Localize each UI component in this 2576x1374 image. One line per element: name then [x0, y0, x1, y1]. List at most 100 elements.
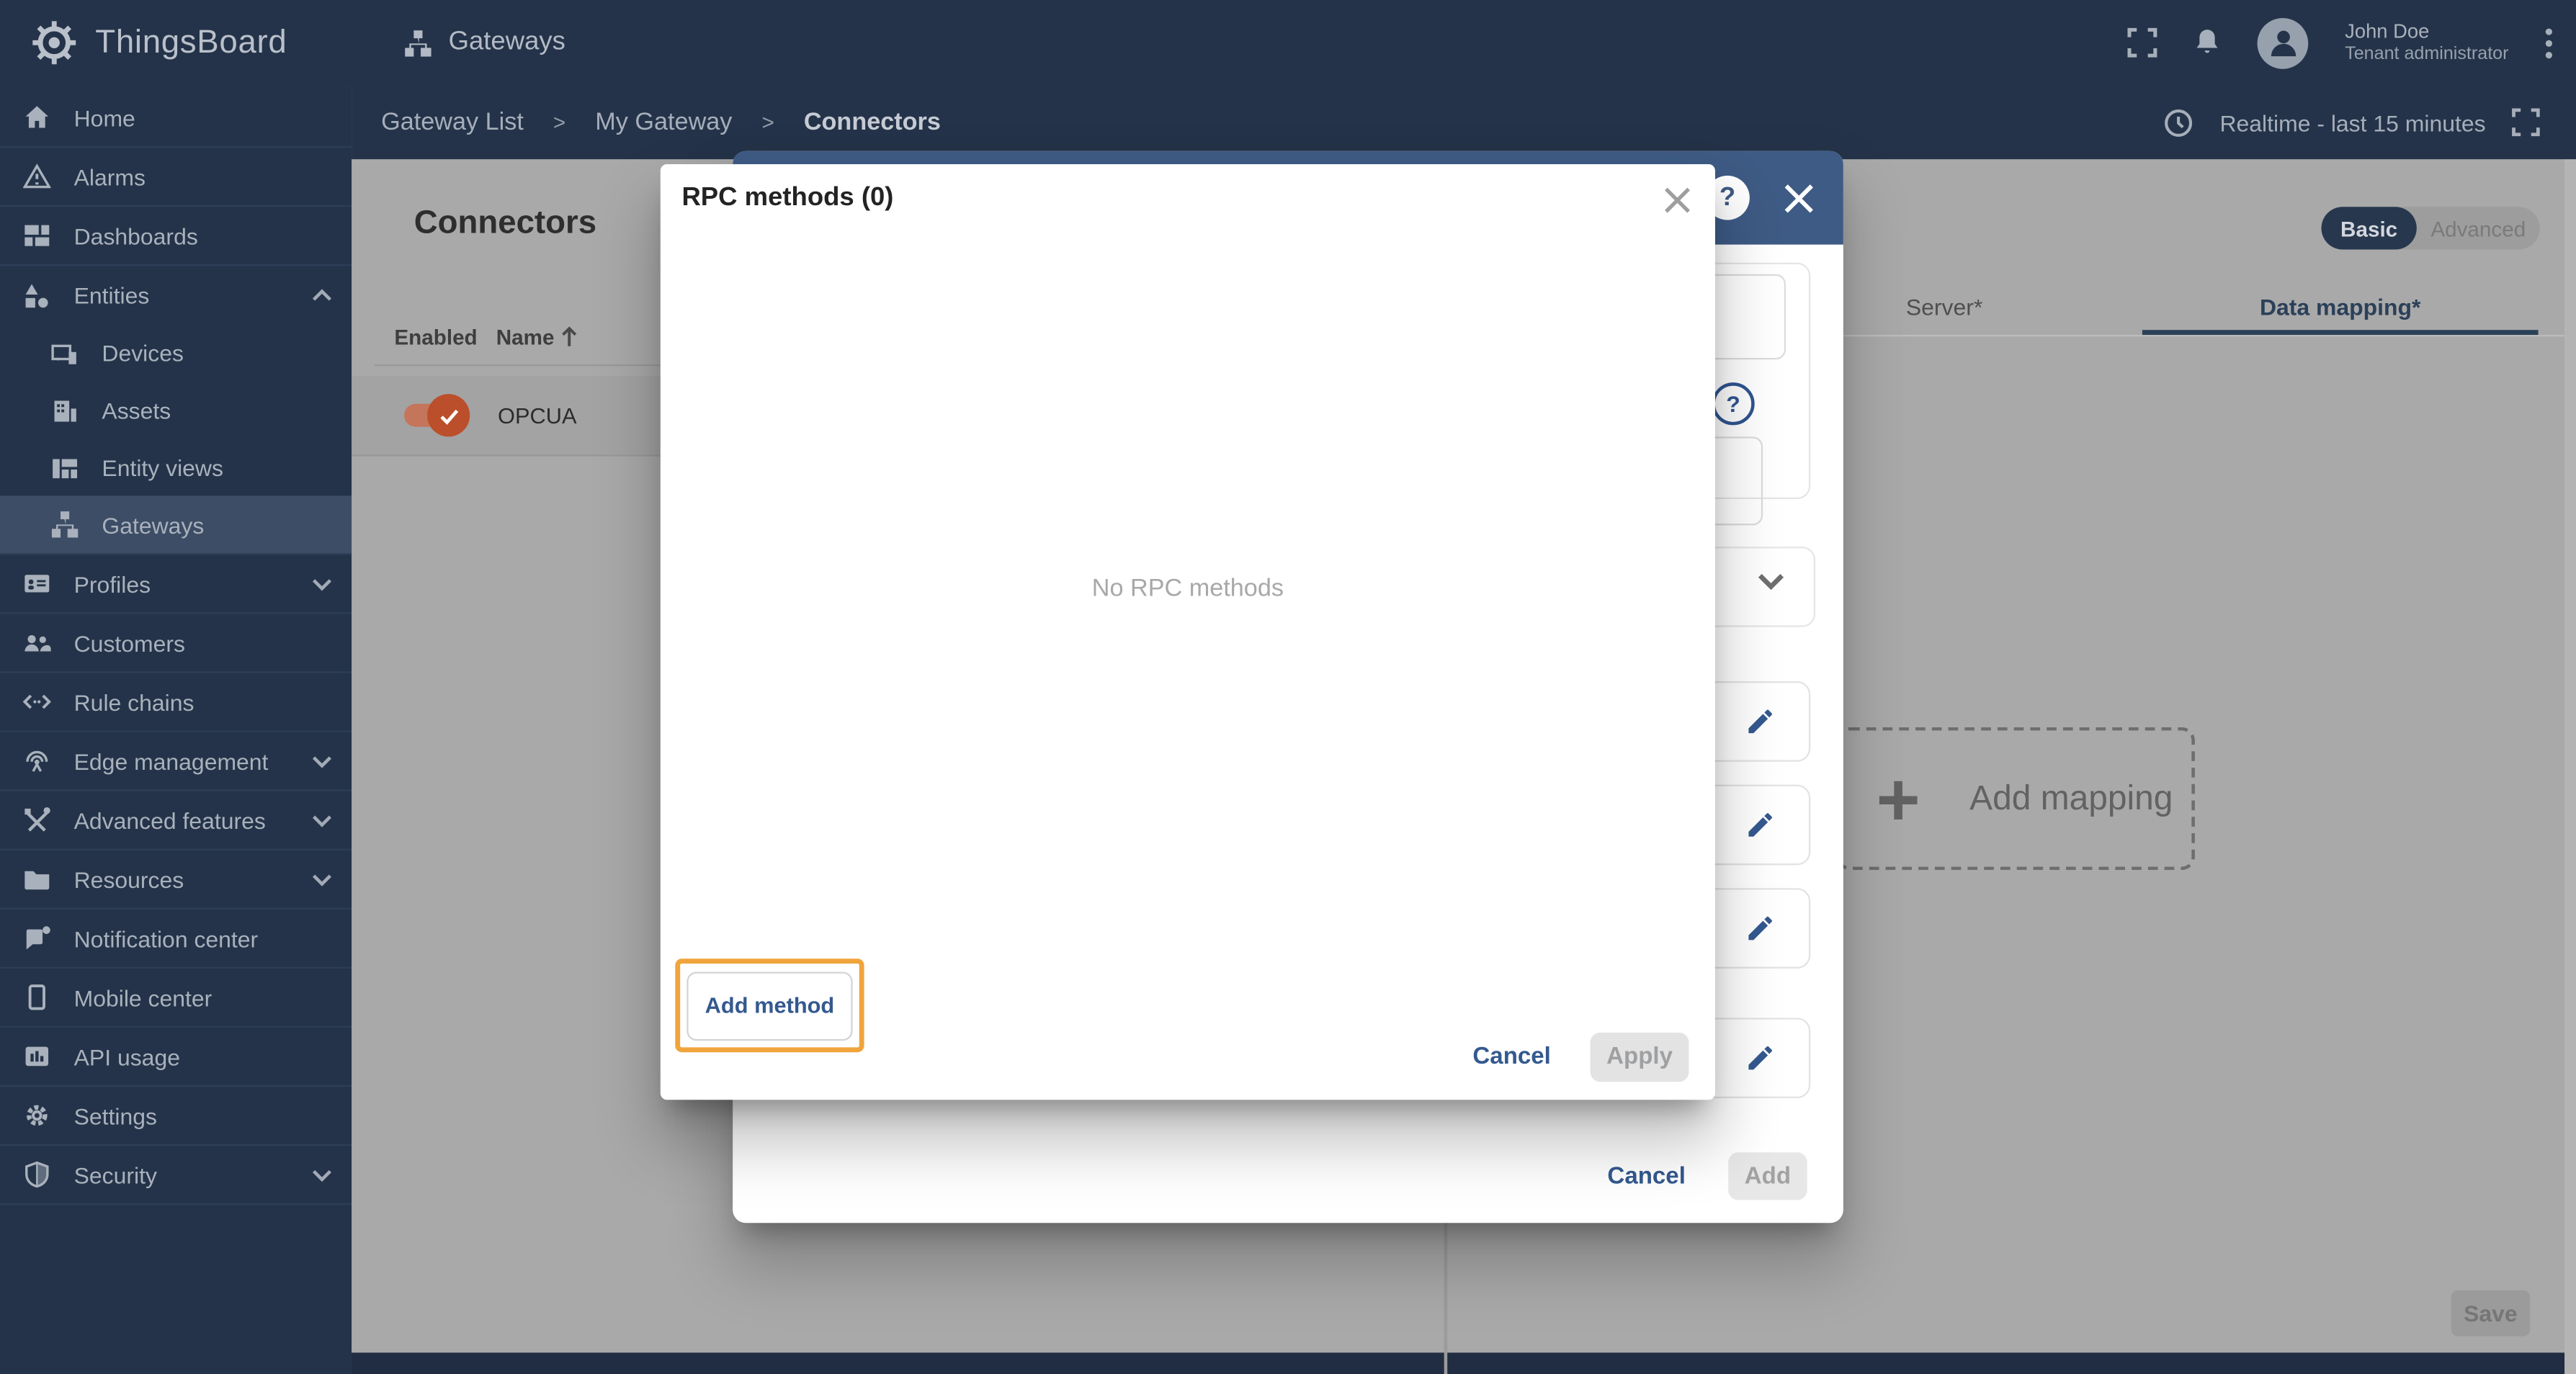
- breadcrumb-gateway-list[interactable]: Gateway List: [381, 108, 524, 136]
- chevron-up-icon: [312, 287, 331, 304]
- sidebar-item-label: Mobile center: [74, 984, 213, 1010]
- rpc-dialog-footer: Cancel Apply: [1472, 1033, 1689, 1082]
- sidebar-item-edge-management[interactable]: Edge management: [0, 732, 352, 791]
- sidebar-item-label: Assets: [102, 398, 171, 423]
- mapping-dialog-footer: Cancel Add: [1607, 1152, 1807, 1200]
- chevron-down-icon: [312, 753, 331, 769]
- timewindow-label[interactable]: Realtime - last 15 minutes: [2219, 109, 2485, 135]
- security-shield-icon: [23, 1161, 51, 1189]
- mode-toggle-advanced[interactable]: Advanced: [2417, 216, 2540, 241]
- column-header-name[interactable]: Name: [496, 325, 579, 349]
- breadcrumb: Gateway List > My Gateway > Connectors: [381, 86, 941, 160]
- connector-enabled-toggle[interactable]: [404, 404, 460, 427]
- chevron-down-icon: [312, 871, 331, 887]
- profiles-icon: [23, 570, 51, 598]
- fullscreen-icon[interactable]: [2128, 28, 2157, 58]
- breadcrumb-connectors[interactable]: Connectors: [804, 108, 941, 136]
- sidebar-item-label: Gateways: [102, 511, 204, 537]
- sidebar-item-label: Devices: [102, 340, 184, 366]
- kebab-menu-icon[interactable]: [2545, 27, 2553, 58]
- sidebar-item-label: Home: [74, 104, 135, 130]
- sidebar-item-gateways[interactable]: Gateways: [0, 495, 352, 554]
- field-help-icon[interactable]: ?: [1712, 382, 1754, 425]
- top-bar: ThingsBoard Gateways John Doe Tenant adm…: [0, 0, 2576, 86]
- breadcrumb-separator: >: [553, 110, 565, 135]
- sidebar-item-resources[interactable]: Resources: [0, 850, 352, 910]
- page-bottom-strip: [352, 1352, 2576, 1374]
- cancel-button[interactable]: Cancel: [1607, 1163, 1685, 1189]
- sidebar-item-customers[interactable]: Customers: [0, 614, 352, 673]
- edit-pencil-icon[interactable]: [1745, 706, 1776, 737]
- apply-button[interactable]: Apply: [1591, 1033, 1689, 1082]
- settings-gear-icon: [23, 1102, 51, 1130]
- sidebar-item-home[interactable]: Home: [0, 89, 352, 148]
- sidebar-item-mobile-center[interactable]: Mobile center: [0, 969, 352, 1028]
- page-title-row: Gateways: [404, 0, 565, 86]
- sidebar-item-notification-center[interactable]: Notification center: [0, 910, 352, 969]
- sidebar-item-advanced-features[interactable]: Advanced features: [0, 791, 352, 850]
- sidebar-item-label: Advanced features: [74, 807, 266, 832]
- sidebar-item-label: Rule chains: [74, 688, 194, 714]
- chevron-down-icon: [312, 812, 331, 828]
- save-button[interactable]: Save: [2451, 1290, 2530, 1337]
- connectors-panel-title: Connectors: [414, 205, 596, 243]
- close-icon[interactable]: [1776, 176, 1820, 220]
- sidebar-item-settings[interactable]: Settings: [0, 1087, 352, 1146]
- devices-icon: [51, 339, 79, 367]
- resources-folder-icon: [23, 865, 51, 893]
- add-method-button[interactable]: Add method: [687, 971, 852, 1040]
- edit-pencil-icon[interactable]: [1745, 1043, 1776, 1074]
- column-header-enabled[interactable]: Enabled: [394, 325, 477, 349]
- sidebar-item-dashboards[interactable]: Dashboards: [0, 207, 352, 266]
- sidebar-item-label: Entities: [74, 282, 150, 308]
- edit-pencil-icon[interactable]: [1745, 912, 1776, 943]
- sidebar-item-security[interactable]: Security: [0, 1146, 352, 1205]
- connector-name-cell: OPCUA: [498, 376, 577, 454]
- sidebar-item-label: Entity views: [102, 454, 223, 480]
- sidebar-item-label: Resources: [74, 866, 184, 892]
- scrollbar-track[interactable]: [2564, 159, 2576, 1374]
- dashboard-fullscreen-icon[interactable]: [2512, 108, 2540, 136]
- breadcrumb-my-gateway[interactable]: My Gateway: [595, 108, 732, 136]
- empty-state-text: No RPC methods: [661, 575, 1715, 603]
- mode-toggle-basic[interactable]: Basic: [2322, 207, 2417, 249]
- user-block[interactable]: John Doe Tenant administrator: [2345, 19, 2508, 67]
- gateways-icon: [51, 511, 79, 539]
- api-usage-icon: [23, 1043, 51, 1071]
- tab-data-mapping[interactable]: Data mapping*: [2142, 279, 2539, 336]
- sidebar-item-label: Profiles: [74, 570, 151, 596]
- cancel-button[interactable]: Cancel: [1472, 1044, 1550, 1070]
- sidebar-item-label: Alarms: [74, 163, 146, 189]
- sidebar: Home Alarms Dashboards Entities Devices …: [0, 86, 352, 1374]
- add-button[interactable]: Add: [1728, 1152, 1807, 1200]
- sidebar-item-label: API usage: [74, 1043, 180, 1069]
- notifications-bell-icon[interactable]: [2193, 28, 2222, 58]
- sidebar-item-entity-views[interactable]: Entity views: [0, 439, 352, 498]
- edit-pencil-icon[interactable]: [1745, 809, 1776, 840]
- breadcrumb-separator: >: [761, 110, 774, 135]
- sidebar-item-alarms[interactable]: Alarms: [0, 148, 352, 207]
- sidebar-item-api-usage[interactable]: API usage: [0, 1028, 352, 1087]
- sidebar-item-label: Notification center: [74, 925, 259, 951]
- gateways-page-icon: [404, 29, 432, 57]
- dashboards-icon: [23, 222, 51, 250]
- sidebar-item-entities[interactable]: Entities: [0, 266, 352, 325]
- close-icon[interactable]: [1661, 184, 1694, 217]
- person-icon: [2266, 24, 2302, 60]
- sub-header: Gateway List > My Gateway > Connectors R…: [352, 86, 2576, 160]
- app-root: ThingsBoard Gateways John Doe Tenant adm…: [0, 0, 2576, 1374]
- brand[interactable]: ThingsBoard: [30, 0, 287, 86]
- sidebar-item-assets[interactable]: Assets: [0, 381, 352, 440]
- add-mapping-button[interactable]: + Add mapping: [1837, 727, 2195, 870]
- sidebar-item-devices[interactable]: Devices: [0, 323, 352, 382]
- customers-icon: [23, 629, 51, 657]
- sidebar-item-label: Edge management: [74, 747, 269, 773]
- sidebar-item-rule-chains[interactable]: Rule chains: [0, 673, 352, 732]
- sort-ascending-icon: [561, 327, 579, 349]
- sidebar-item-profiles[interactable]: Profiles: [0, 554, 352, 614]
- entity-views-icon: [51, 454, 79, 482]
- mode-toggle-group: Basic Advanced: [2322, 207, 2540, 249]
- alarm-triangle-icon: [23, 163, 51, 191]
- avatar[interactable]: [2258, 17, 2309, 68]
- chevron-down-icon: [312, 1167, 331, 1183]
